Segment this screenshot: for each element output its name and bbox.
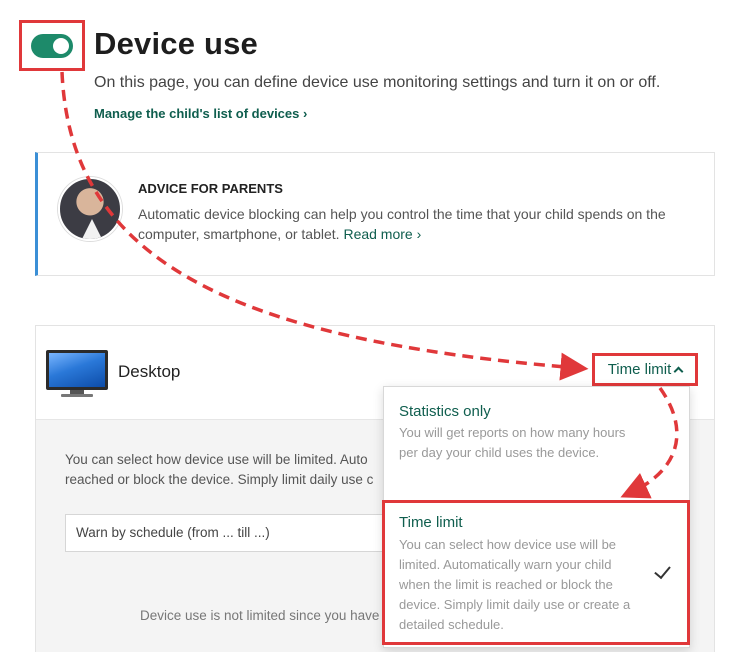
page-title: Device use: [94, 26, 258, 61]
option-title: Statistics only: [399, 403, 491, 420]
avatar-shirt: [80, 219, 104, 239]
advice-panel: ADVICE FOR PARENTS Automatic device bloc…: [35, 152, 715, 276]
manage-devices-link[interactable]: Manage the child's list of devices ›: [94, 106, 307, 121]
toggle-highlight-frame: [19, 20, 85, 71]
page-subtitle: On this page, you can define device use …: [94, 74, 661, 91]
desktop-monitor-icon: [46, 350, 108, 398]
chevron-up-icon: [673, 366, 684, 377]
toggle-knob: [53, 37, 69, 54]
time-limit-label: Time limit: [607, 361, 672, 378]
monitor-screen: [46, 350, 108, 390]
device-use-toggle[interactable]: [31, 33, 73, 58]
option-description: You will get reports on how many hours p…: [399, 425, 626, 460]
selected-option-highlight-frame: [382, 500, 690, 645]
advice-heading: ADVICE FOR PARENTS: [138, 181, 283, 196]
device-name: Desktop: [118, 362, 181, 381]
option-statistics-only[interactable]: Statistics only You will get reports on …: [384, 387, 689, 499]
read-more-link[interactable]: Read more ›: [343, 226, 421, 242]
time-limit-dropdown-button[interactable]: Time limit: [592, 353, 698, 386]
limit-description-line-2: reached or block the device. Simply limi…: [65, 472, 374, 487]
limit-description: You can select how device use will be li…: [65, 450, 385, 490]
limit-description-line-1: You can select how device use will be li…: [65, 452, 368, 467]
schedule-select[interactable]: Warn by schedule (from ... till ...): [65, 514, 395, 552]
advisor-avatar: [58, 177, 122, 241]
advice-text: Automatic device blocking can help you c…: [138, 204, 698, 244]
limit-note: Device use is not limited since you have: [140, 608, 380, 623]
monitor-base: [61, 394, 93, 397]
